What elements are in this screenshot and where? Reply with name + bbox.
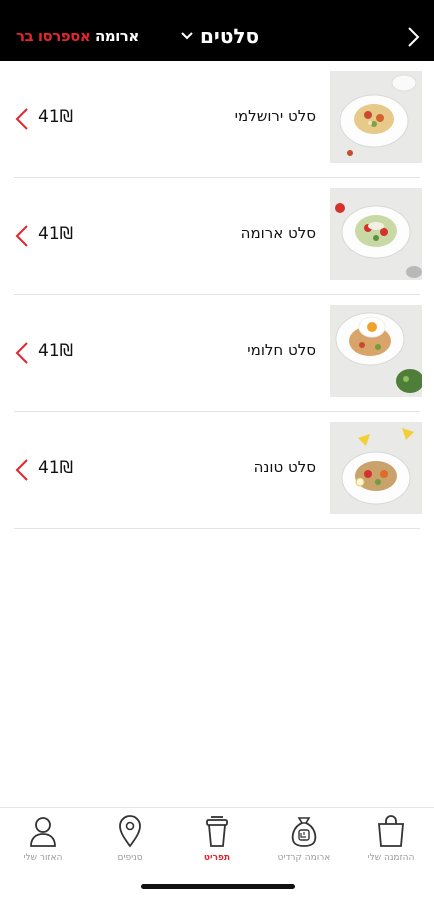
chevron-left-icon[interactable] — [14, 341, 30, 365]
user-icon — [30, 817, 56, 847]
list-item[interactable]: סלט ארומה 41₪ — [14, 178, 422, 295]
tab-aroma-credit[interactable]: ארומה קרדיט — [261, 814, 347, 874]
chevron-left-icon[interactable] — [14, 107, 30, 131]
item-name: סלט ארומה — [240, 224, 316, 242]
tab-menu[interactable]: תפריט — [174, 814, 260, 874]
tab-branches[interactable]: סניפים — [87, 814, 173, 874]
menu-list: סלט ירושלמי 41₪ סלט ארומה 41₪ סלט חלומי … — [0, 61, 434, 529]
home-indicator[interactable] — [141, 884, 295, 889]
chevron-left-icon[interactable] — [14, 224, 30, 248]
chevron-right-icon[interactable] — [406, 26, 420, 48]
category-selector[interactable]: סלטים — [180, 24, 259, 48]
item-name: סלט טונה — [253, 458, 316, 476]
item-price: 41₪ — [38, 224, 73, 244]
tab-label: ארומה קרדיט — [277, 853, 331, 863]
list-item[interactable]: סלט טונה 41₪ — [14, 412, 422, 529]
salad-plate-image — [330, 188, 422, 280]
chevron-left-icon[interactable] — [14, 458, 30, 482]
chevron-down-icon — [181, 32, 193, 40]
top-bar: ארומה אספרסו בר סלטים — [0, 0, 434, 61]
page-title: סלטים — [200, 24, 260, 48]
salad-plate-image — [330, 422, 422, 514]
money-bag-icon — [291, 817, 317, 847]
brand-subtitle: אספרסו בר — [16, 27, 91, 45]
tab-label: סניפים — [117, 853, 143, 863]
tab-my-area[interactable]: האזור שלי — [0, 814, 86, 874]
salad-with-egg-image — [330, 305, 422, 397]
item-price: 41₪ — [38, 458, 73, 478]
salad-plate-image — [330, 71, 422, 163]
item-name: סלט חלומי — [247, 341, 316, 359]
item-name: סלט ירושלמי — [234, 107, 316, 125]
item-price: 41₪ — [38, 341, 73, 361]
tab-label: תפריט — [203, 853, 231, 863]
list-item[interactable]: סלט ירושלמי 41₪ — [14, 61, 422, 178]
brand-name: ארומה — [95, 27, 139, 45]
brand-logo: ארומה אספרסו בר — [16, 26, 139, 46]
tab-label: האזור שלי — [23, 853, 63, 863]
shopping-bag-icon — [378, 815, 404, 847]
tab-label: ההזמנה שלי — [367, 853, 415, 863]
location-pin-icon — [119, 815, 141, 848]
tab-my-order[interactable]: ההזמנה שלי — [348, 814, 434, 874]
coffee-cup-icon — [206, 816, 228, 847]
item-price: 41₪ — [38, 107, 73, 127]
list-item[interactable]: סלט חלומי 41₪ — [14, 295, 422, 412]
